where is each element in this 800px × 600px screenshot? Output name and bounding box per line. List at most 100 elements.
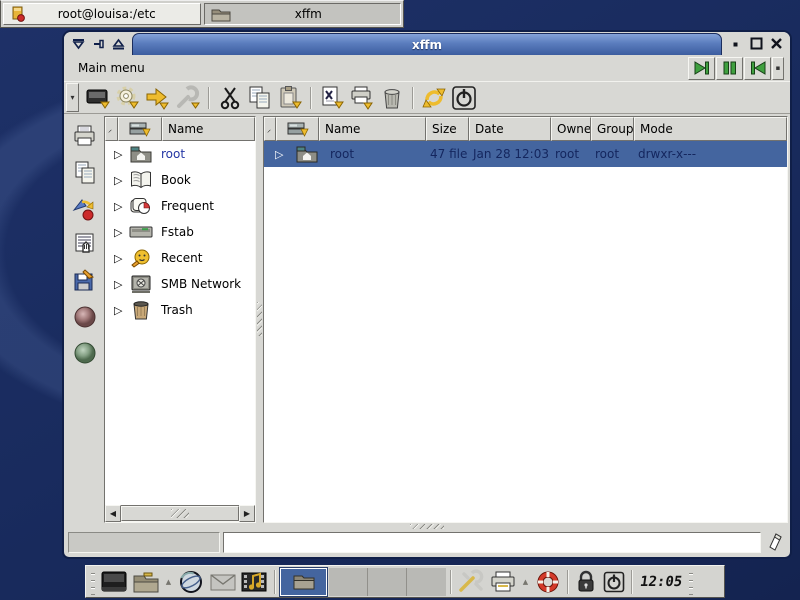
expander-icon[interactable]: ▷	[114, 200, 128, 213]
skip-back-button[interactable]	[744, 57, 771, 80]
mail-launcher[interactable]	[208, 568, 238, 596]
settings-launcher[interactable]	[456, 568, 486, 596]
toolbar-overflow-button[interactable]: ▪	[772, 57, 784, 80]
tree-header-sort[interactable]: ⸝	[105, 117, 118, 141]
taskbar-button-xffm[interactable]: xffm	[204, 3, 402, 25]
task-slot[interactable]	[368, 568, 407, 596]
paned-separator-vertical[interactable]	[256, 116, 263, 523]
task-slot[interactable]	[329, 568, 368, 596]
tree-item-smb-network[interactable]: ▷ SMB Network	[105, 271, 255, 297]
quit-button[interactable]	[449, 83, 479, 112]
tree-item-root[interactable]: ▷ root	[105, 141, 255, 167]
settings-button[interactable]	[113, 83, 143, 112]
list-header-name[interactable]: Name	[319, 117, 426, 141]
cut-button[interactable]	[215, 83, 245, 112]
chalk-eraser-icon	[767, 532, 783, 552]
close-icon[interactable]	[768, 36, 784, 52]
red-sphere-icon	[73, 305, 97, 329]
copy-button[interactable]	[245, 83, 275, 112]
command-entry[interactable]	[223, 532, 761, 553]
expander-icon[interactable]: ▷	[275, 148, 289, 161]
expander-icon[interactable]: ▷	[114, 148, 128, 161]
launcher-popup-icon[interactable]: ▲	[163, 578, 174, 586]
media-launcher[interactable]	[240, 568, 270, 596]
list-header-group[interactable]: Group	[591, 117, 634, 141]
skip-forward-button[interactable]	[688, 57, 715, 80]
status-box	[68, 532, 220, 553]
goto-arrow-icon	[145, 85, 171, 111]
launcher-popup-icon[interactable]: ▲	[520, 578, 531, 586]
side-green-sphere-button[interactable]	[70, 338, 100, 367]
help-lifering-icon	[534, 569, 562, 595]
list-row-root[interactable]: ▷ root 47 files Jan 28 12:03 root root d…	[264, 141, 787, 167]
side-select-button[interactable]	[70, 230, 100, 259]
tree-item-fstab[interactable]: ▷ Fstab	[105, 219, 255, 245]
side-copy-button[interactable]	[70, 158, 100, 187]
shade-icon[interactable]	[110, 36, 126, 52]
empty-task-slots	[329, 568, 446, 596]
tree-item-trash[interactable]: ▷ Trash	[105, 297, 255, 323]
tree-item-frequent[interactable]: ▷ Frequent	[105, 193, 255, 219]
paste-button[interactable]	[275, 83, 305, 112]
panel-handle[interactable]	[89, 569, 97, 595]
tree-header-name[interactable]: Name	[162, 117, 255, 141]
window-menu-icon[interactable]	[70, 36, 86, 52]
tree-item-recent[interactable]: ▷ Recent	[105, 245, 255, 271]
tools-button[interactable]	[173, 83, 203, 112]
side-save-button[interactable]	[70, 266, 100, 295]
list-header-date[interactable]: Date	[469, 117, 551, 141]
expander-icon[interactable]: ▷	[114, 174, 128, 187]
side-red-sphere-button[interactable]	[70, 302, 100, 331]
lock-screen-button[interactable]	[573, 568, 599, 596]
list-header-size[interactable]: Size	[426, 117, 469, 141]
side-run-button[interactable]	[70, 194, 100, 223]
list-header-owner[interactable]: Owner	[551, 117, 591, 141]
list-header-icon-column[interactable]	[276, 117, 319, 141]
active-task-xffm[interactable]	[280, 568, 327, 596]
tree-header-icon-column[interactable]	[118, 117, 162, 141]
file-manager-launcher[interactable]	[131, 568, 161, 596]
tools-icon	[456, 569, 486, 595]
taskbar-button-terminal[interactable]: root@louisa:/etc	[3, 3, 201, 25]
panel-handle[interactable]	[687, 569, 695, 595]
scrollbar-thumb[interactable]	[121, 506, 239, 521]
minimize-icon[interactable]	[728, 36, 744, 52]
paned-separator-horizontal[interactable]	[64, 523, 790, 530]
tree-item-label: Book	[161, 173, 191, 187]
tree-horizontal-scrollbar[interactable]: ◀ ▶	[105, 505, 255, 522]
scroll-right-icon[interactable]: ▶	[239, 505, 255, 522]
goto-button[interactable]	[143, 83, 173, 112]
panel-clock: 12:05	[636, 574, 686, 590]
clear-entry-button[interactable]	[764, 532, 786, 552]
tree-item-book[interactable]: ▷ Book	[105, 167, 255, 193]
terminal-launcher[interactable]	[99, 568, 129, 596]
document-tools-icon	[319, 85, 345, 111]
new-window-button[interactable]	[83, 83, 113, 112]
list-header-mode[interactable]: Mode	[634, 117, 787, 141]
toolbar-popup-button[interactable]: ▾	[66, 83, 79, 112]
lock-icon	[576, 570, 596, 594]
scroll-left-icon[interactable]: ◀	[105, 505, 121, 522]
main-menu[interactable]: Main menu	[70, 58, 153, 78]
print-button[interactable]	[347, 83, 377, 112]
expander-icon[interactable]: ▷	[114, 226, 128, 239]
printer-icon	[489, 570, 517, 594]
trash-button[interactable]	[377, 83, 407, 112]
job-button[interactable]	[317, 83, 347, 112]
stick-icon[interactable]	[90, 36, 106, 52]
expander-icon[interactable]: ▷	[114, 278, 128, 291]
side-print-button[interactable]	[70, 122, 100, 151]
expander-icon[interactable]: ▷	[114, 252, 128, 265]
expander-icon[interactable]: ▷	[114, 304, 128, 317]
titlebar-drag-area[interactable]: xffm	[132, 33, 722, 55]
maximize-icon[interactable]	[748, 36, 764, 52]
help-launcher[interactable]	[533, 568, 563, 596]
task-slot[interactable]	[407, 568, 446, 596]
refresh-button[interactable]	[419, 83, 449, 112]
logout-button[interactable]	[601, 568, 627, 596]
print-launcher[interactable]	[488, 568, 518, 596]
pause-button[interactable]	[716, 57, 743, 80]
browser-launcher[interactable]	[176, 568, 206, 596]
titlebar-right-buttons	[722, 32, 790, 55]
list-header-sort[interactable]: ⸝	[264, 117, 276, 141]
